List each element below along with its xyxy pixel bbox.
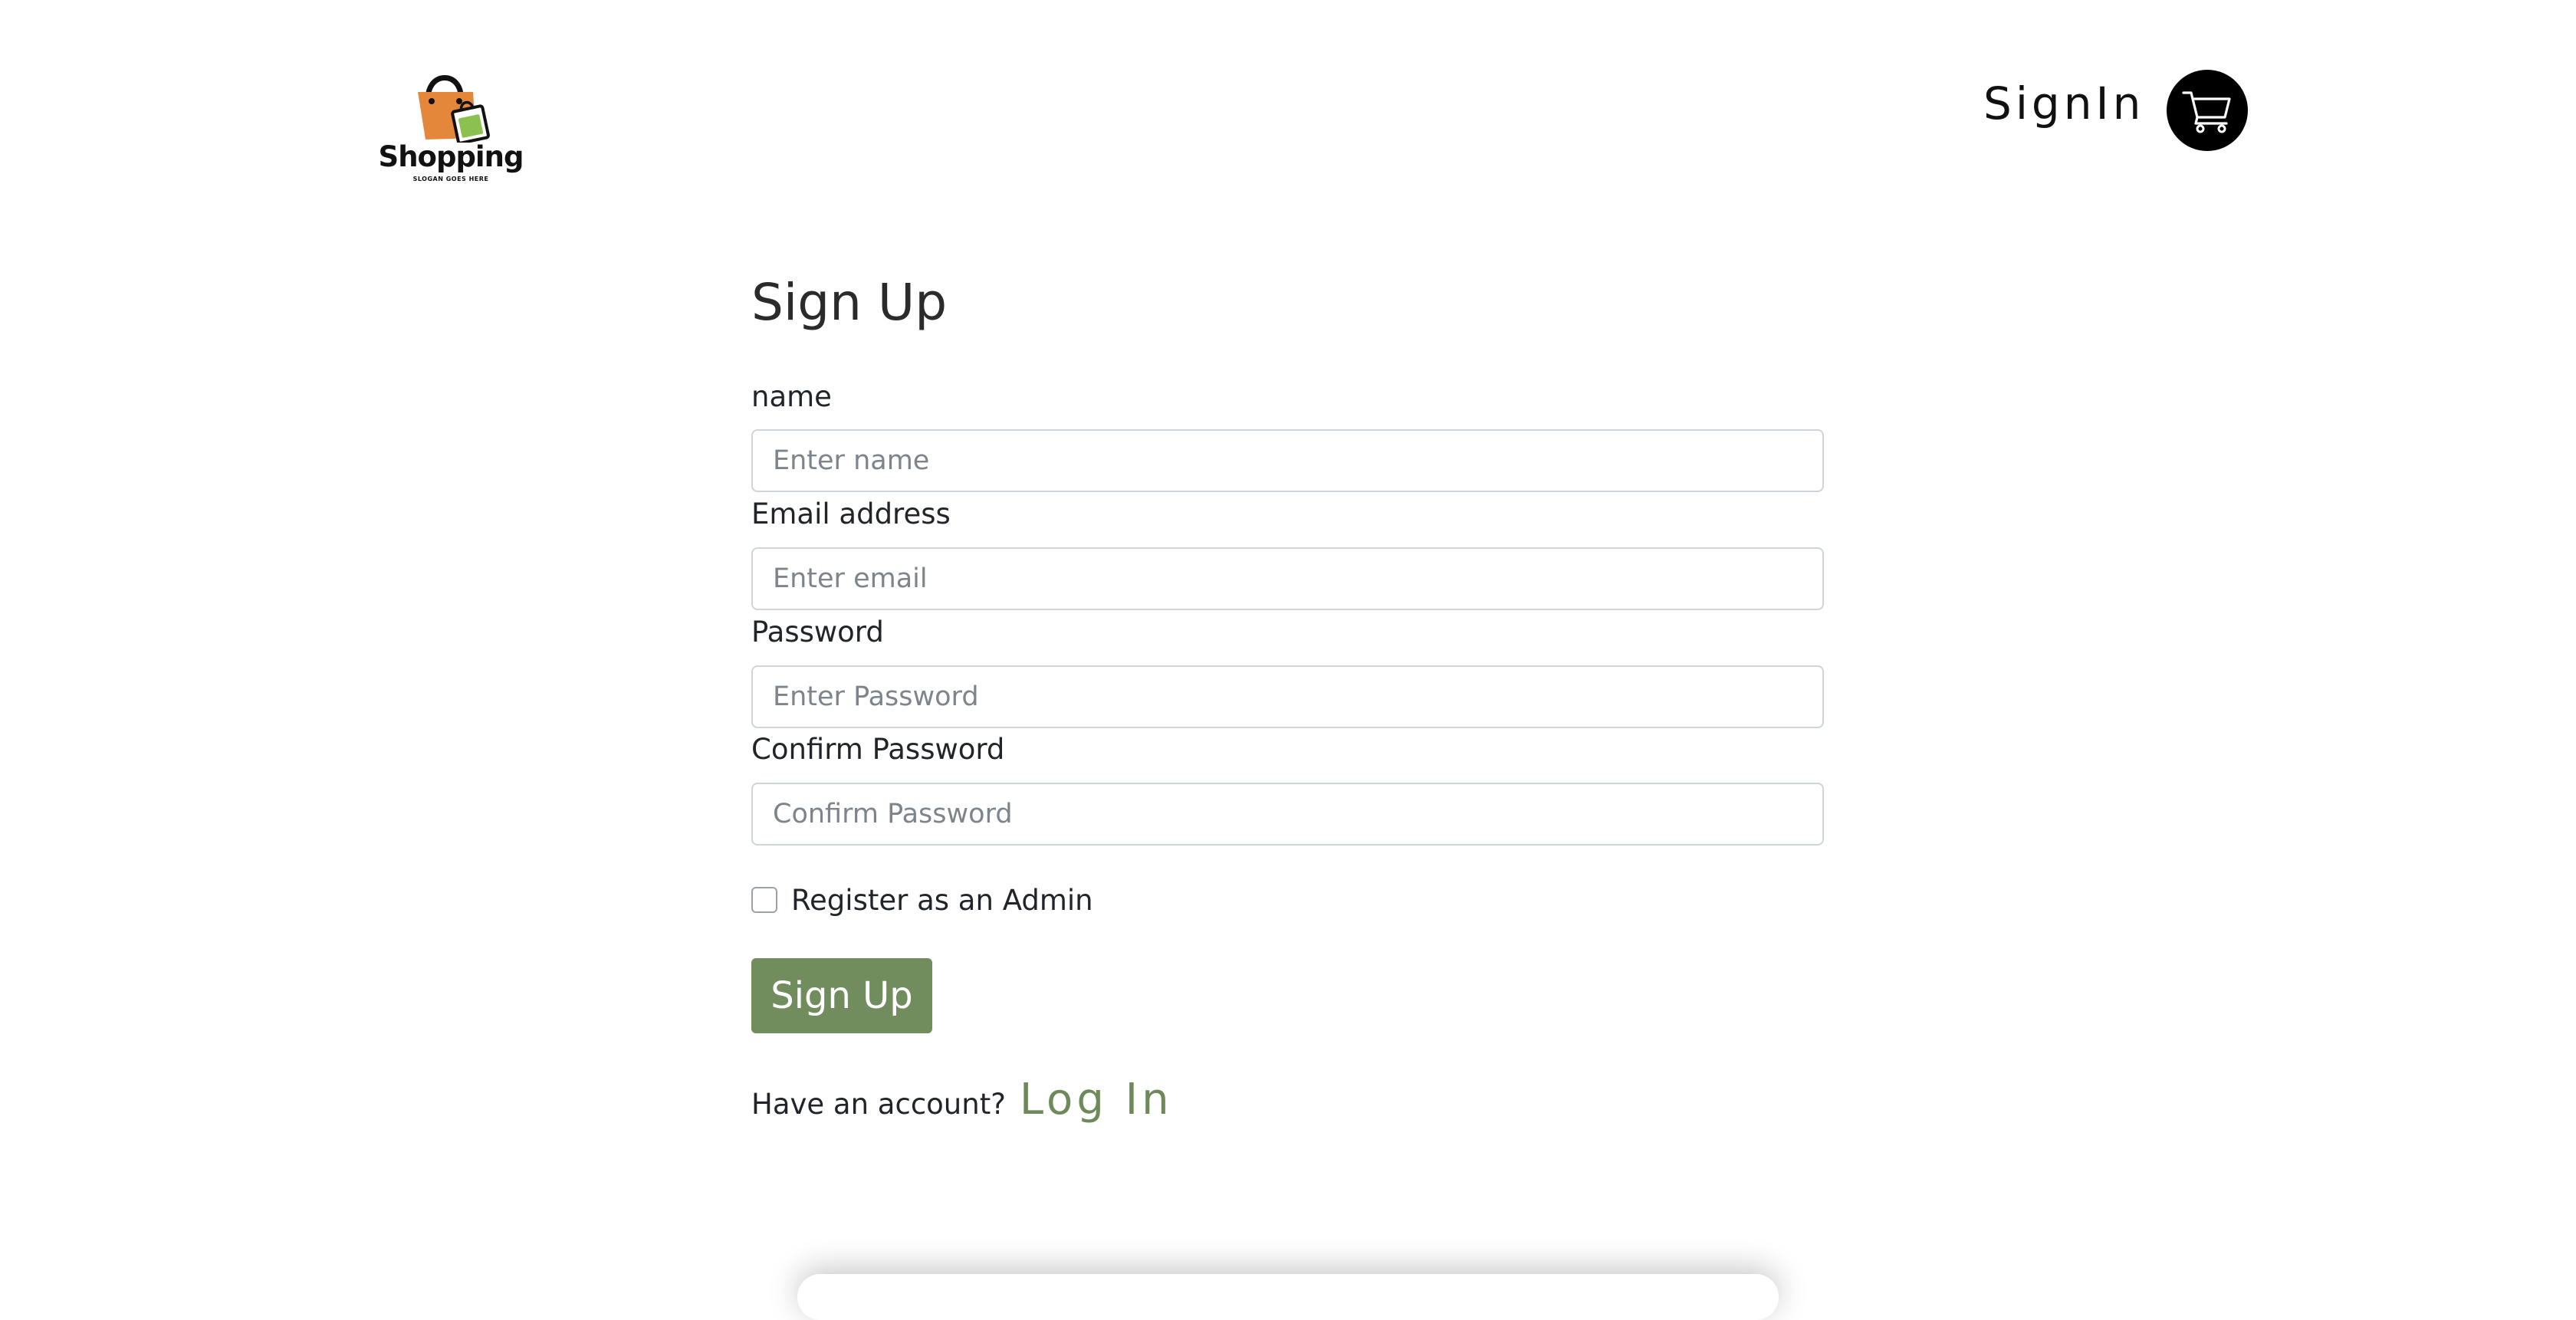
email-label: Email address bbox=[751, 497, 951, 530]
admin-checkbox-row[interactable]: Register as an Admin bbox=[751, 886, 1093, 914]
footer-card-edge bbox=[797, 1274, 1779, 1320]
signup-button[interactable]: Sign Up bbox=[751, 958, 932, 1033]
login-prompt: Have an account? Log In bbox=[751, 1075, 1173, 1125]
name-label: name bbox=[751, 380, 832, 413]
admin-checkbox[interactable] bbox=[751, 887, 777, 913]
password-input[interactable] bbox=[751, 665, 1824, 728]
password-label: Password bbox=[751, 616, 884, 649]
logo-wordmark: Shopping bbox=[378, 140, 524, 173]
account-prompt-text: Have an account? bbox=[751, 1088, 1006, 1121]
admin-checkbox-label[interactable]: Register as an Admin bbox=[791, 886, 1093, 914]
cart-button[interactable] bbox=[2167, 70, 2248, 151]
nav-signin-link[interactable]: SignIn bbox=[1983, 81, 2144, 126]
page-title: Sign Up bbox=[751, 273, 948, 332]
confirm-password-label: Confirm Password bbox=[751, 733, 1005, 766]
login-link[interactable]: Log In bbox=[1020, 1075, 1173, 1125]
email-input[interactable] bbox=[751, 547, 1824, 610]
confirm-password-input[interactable] bbox=[751, 783, 1824, 846]
cart-icon bbox=[2182, 91, 2231, 133]
name-input[interactable] bbox=[751, 429, 1824, 492]
logo-slogan: SLOGAN GOES HERE bbox=[412, 176, 489, 182]
shopping-bag-logo-icon bbox=[418, 75, 490, 143]
brand-logo[interactable]: Shopping SLOGAN GOES HERE bbox=[378, 63, 524, 186]
